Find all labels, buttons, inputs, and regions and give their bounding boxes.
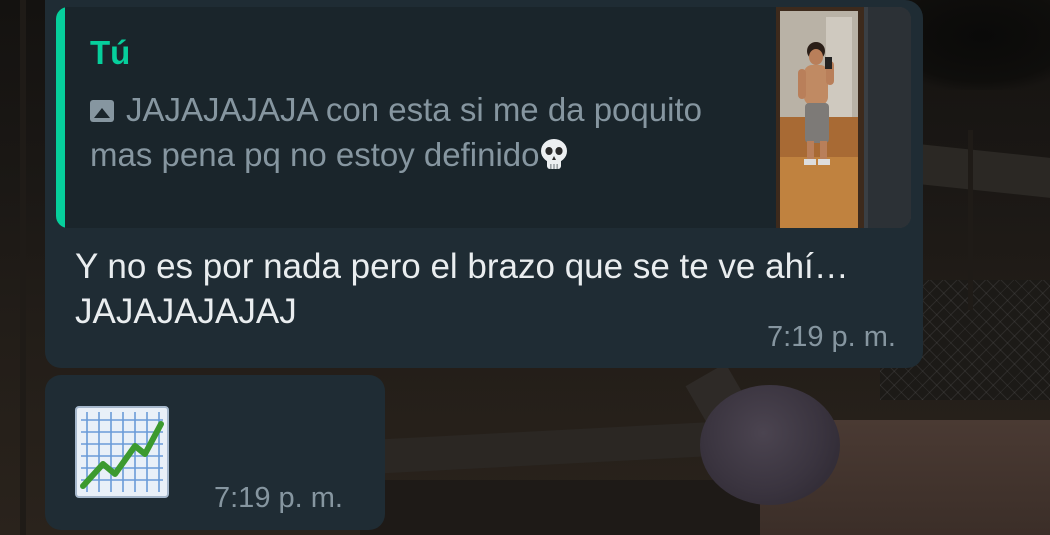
- message-bubble[interactable]: 7:19 p. m.: [45, 375, 385, 530]
- message-timestamp: 7:19 p. m.: [767, 321, 896, 353]
- quote-accent-bar: [56, 7, 65, 228]
- chat-screen: Tú JAJAJAJAJA con esta si me da poquito …: [0, 0, 1050, 535]
- mirror-photo-thumbnail: [776, 7, 911, 228]
- quote-text-line: JAJAJAJAJA con esta si me da poquito mas…: [90, 87, 710, 177]
- quote-text: JAJAJAJAJA con esta si me da poquito mas…: [90, 91, 702, 173]
- message-bubble[interactable]: Tú JAJAJAJAJA con esta si me da poquito …: [45, 0, 923, 368]
- chart-increasing-emoji-icon: [75, 406, 169, 498]
- wallpaper-wheel: [700, 385, 840, 505]
- wallpaper-pole: [968, 130, 973, 310]
- quoted-photo-thumbnail[interactable]: [776, 7, 911, 228]
- quoted-message[interactable]: Tú JAJAJAJAJA con esta si me da poquito …: [56, 7, 911, 228]
- photo-icon: [90, 100, 114, 122]
- quote-author: Tú: [90, 34, 131, 71]
- wallpaper-pole: [20, 0, 26, 535]
- wallpaper-bench: [360, 480, 760, 535]
- message-timestamp: 7:19 p. m.: [214, 482, 343, 514]
- skull-emoji-icon: [541, 139, 568, 169]
